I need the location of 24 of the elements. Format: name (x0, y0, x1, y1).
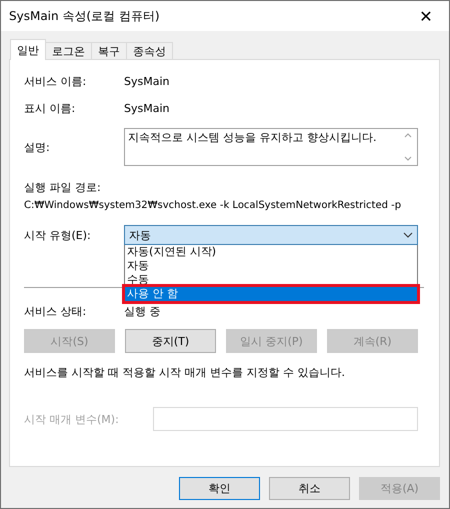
field-label: 표시 이름: (24, 101, 76, 116)
tab[interactable]: 복구 (91, 42, 127, 60)
field-label: 시작 유형(E): (24, 228, 92, 242)
field-label: 서비스 상태: (24, 304, 88, 319)
dialog-button[interactable]: 취소 (269, 477, 350, 500)
hint-text: 서비스를 시작할 때 적용할 시작 매개 변수를 지정할 수 있습니다. (24, 365, 346, 380)
tab[interactable]: 종속성 (126, 42, 173, 60)
tab[interactable]: 일반 (10, 39, 46, 60)
field-label: 서비스 이름: (24, 74, 88, 89)
chevron-icon (403, 232, 413, 238)
field-value: SysMain (124, 102, 170, 115)
service-button[interactable]: 중지(T) (125, 329, 216, 353)
field-value: SysMain (124, 75, 170, 88)
dialog-button[interactable]: 확인 (179, 477, 260, 500)
close-button[interactable]: ✕ (403, 1, 449, 31)
startup-type-dropdown[interactable]: 자동 (124, 225, 418, 245)
description-field[interactable]: 지속적으로 시스템 성능을 유지하고 향상시킵니다. (124, 128, 418, 166)
status-value: 실행 중 (124, 304, 162, 319)
path-value: C:₩Windows₩system32₩svchost.exe -k LocalSystemNetworkRestricted -p (24, 199, 402, 213)
dropdown-option[interactable]: 사용 안 함 (125, 287, 417, 301)
field-label: 실행 파일 경로: (24, 180, 102, 195)
window-title: SysMain 속성(로컬 컴퓨터) (9, 8, 160, 24)
field-label: 설명: (24, 140, 51, 155)
field-label: 시작 매개 변수(M): (24, 412, 120, 426)
